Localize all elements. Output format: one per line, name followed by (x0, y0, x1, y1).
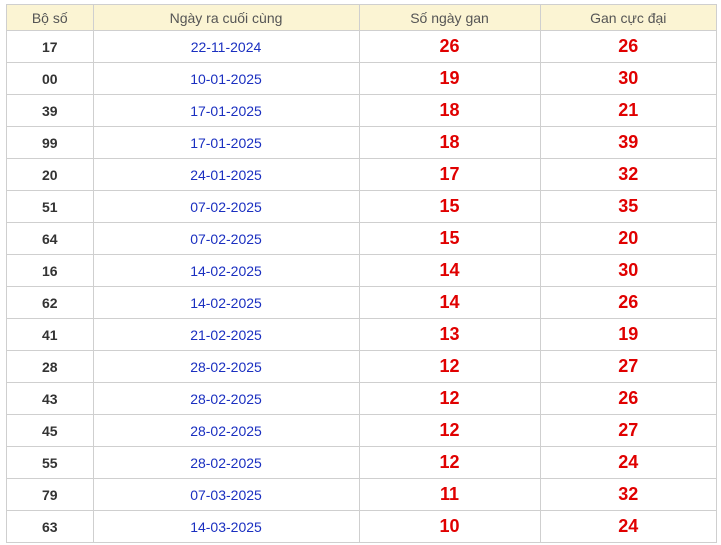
pair-cell: 16 (7, 254, 94, 287)
table-row: 51 07-02-2025 15 35 (7, 190, 716, 223)
gan-days-cell: 26 (358, 30, 541, 63)
table-row: 41 21-02-2025 13 19 (7, 318, 716, 351)
last-date-cell: 14-02-2025 (92, 286, 360, 319)
header-row: Bộ số Ngày ra cuối cùng Số ngày gan Gan … (7, 5, 716, 31)
pair-cell: 28 (7, 350, 94, 383)
table-row: 39 17-01-2025 18 21 (7, 94, 716, 127)
max-gan-cell: 39 (539, 126, 716, 159)
header-gan-days: Số ngày gan (358, 5, 541, 31)
last-date-cell: 28-02-2025 (92, 350, 360, 383)
max-gan-cell: 27 (539, 414, 716, 447)
last-date-cell: 10-01-2025 (92, 62, 360, 95)
table-row: 64 07-02-2025 15 20 (7, 222, 716, 255)
last-date-cell: 07-02-2025 (92, 222, 360, 255)
last-date-cell: 21-02-2025 (92, 318, 360, 351)
gan-days-cell: 17 (358, 158, 541, 191)
max-gan-cell: 19 (539, 318, 716, 351)
table-row: 28 28-02-2025 12 27 (7, 350, 716, 383)
last-date-cell: 17-01-2025 (92, 126, 360, 159)
gan-days-cell: 18 (358, 94, 541, 127)
gan-days-cell: 12 (358, 350, 541, 383)
max-gan-cell: 30 (539, 62, 716, 95)
gan-days-cell: 12 (358, 414, 541, 447)
table-row: 00 10-01-2025 19 30 (7, 62, 716, 95)
pair-cell: 99 (7, 126, 94, 159)
last-date-cell: 14-02-2025 (92, 254, 360, 287)
table-row: 16 14-02-2025 14 30 (7, 254, 716, 287)
pair-cell: 43 (7, 382, 94, 415)
max-gan-cell: 32 (539, 478, 716, 511)
last-date-cell: 07-02-2025 (92, 190, 360, 223)
pair-cell: 62 (7, 286, 94, 319)
lottery-gan-table: Bộ số Ngày ra cuối cùng Số ngày gan Gan … (7, 5, 716, 542)
table-row: 79 07-03-2025 11 32 (7, 478, 716, 511)
last-date-cell: 14-03-2025 (92, 510, 360, 542)
header-pair: Bộ số (7, 5, 94, 31)
pair-cell: 00 (7, 62, 94, 95)
pair-cell: 17 (7, 30, 94, 63)
gan-days-cell: 18 (358, 126, 541, 159)
header-last-date: Ngày ra cuối cùng (92, 5, 360, 31)
max-gan-cell: 30 (539, 254, 716, 287)
gan-days-cell: 11 (358, 478, 541, 511)
last-date-cell: 28-02-2025 (92, 382, 360, 415)
gan-days-cell: 12 (358, 446, 541, 479)
last-date-cell: 07-03-2025 (92, 478, 360, 511)
pair-cell: 41 (7, 318, 94, 351)
header-max-gan: Gan cực đại (539, 5, 716, 31)
max-gan-cell: 20 (539, 222, 716, 255)
table-row: 43 28-02-2025 12 26 (7, 382, 716, 415)
max-gan-cell: 26 (539, 286, 716, 319)
max-gan-cell: 26 (539, 30, 716, 63)
pair-cell: 45 (7, 414, 94, 447)
gan-days-cell: 12 (358, 382, 541, 415)
last-date-cell: 28-02-2025 (92, 446, 360, 479)
table-row: 20 24-01-2025 17 32 (7, 158, 716, 191)
last-date-cell: 24-01-2025 (92, 158, 360, 191)
last-date-cell: 28-02-2025 (92, 414, 360, 447)
max-gan-cell: 21 (539, 94, 716, 127)
table-row: 45 28-02-2025 12 27 (7, 414, 716, 447)
gan-days-cell: 14 (358, 254, 541, 287)
pair-cell: 79 (7, 478, 94, 511)
max-gan-cell: 35 (539, 190, 716, 223)
pair-cell: 63 (7, 510, 94, 542)
gan-days-cell: 19 (358, 62, 541, 95)
last-date-cell: 22-11-2024 (92, 30, 360, 63)
pair-cell: 64 (7, 222, 94, 255)
pair-cell: 55 (7, 446, 94, 479)
max-gan-cell: 24 (539, 510, 716, 542)
pair-cell: 39 (7, 94, 94, 127)
table-row: 55 28-02-2025 12 24 (7, 446, 716, 479)
gan-days-cell: 15 (358, 190, 541, 223)
gan-days-cell: 13 (358, 318, 541, 351)
table-row: 99 17-01-2025 18 39 (7, 126, 716, 159)
max-gan-cell: 26 (539, 382, 716, 415)
gan-days-cell: 14 (358, 286, 541, 319)
lottery-gan-table-container: Bộ số Ngày ra cuối cùng Số ngày gan Gan … (6, 4, 717, 543)
max-gan-cell: 27 (539, 350, 716, 383)
table-body: 17 22-11-2024 26 26 00 10-01-2025 19 30 39 17-01-… (7, 30, 716, 542)
pair-cell: 51 (7, 190, 94, 223)
table-row: 63 14-03-2025 10 24 (7, 510, 716, 542)
table-row: 17 22-11-2024 26 26 (7, 30, 716, 63)
pair-cell: 20 (7, 158, 94, 191)
gan-days-cell: 10 (358, 510, 541, 542)
max-gan-cell: 24 (539, 446, 716, 479)
last-date-cell: 17-01-2025 (92, 94, 360, 127)
gan-days-cell: 15 (358, 222, 541, 255)
table-header: Bộ số Ngày ra cuối cùng Số ngày gan Gan … (7, 5, 716, 31)
max-gan-cell: 32 (539, 158, 716, 191)
table-row: 62 14-02-2025 14 26 (7, 286, 716, 319)
